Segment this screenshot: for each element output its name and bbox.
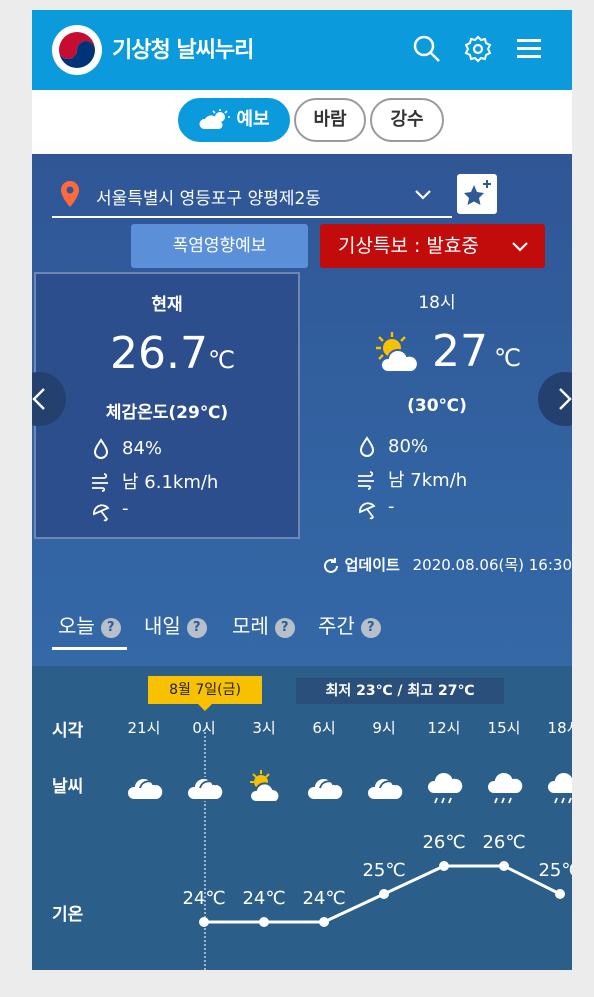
tab-wind[interactable]: 바람 (294, 98, 366, 142)
temperature-label: 26℃ (482, 832, 525, 853)
next-time-label: 18시 (418, 293, 456, 313)
cloud-sun-icon (199, 109, 231, 129)
temperature-point (199, 917, 209, 927)
chevron-down-icon (512, 242, 528, 252)
help-icon[interactable]: ? (274, 617, 295, 638)
temperature-point (379, 889, 389, 899)
star-add-icon (464, 180, 491, 205)
temperature-point (499, 861, 509, 871)
header: 기상청 날씨누리 (32, 10, 572, 90)
current-temp-value: 26.7 (110, 328, 208, 379)
app-title: 기상청 날씨누리 (112, 38, 254, 63)
chevron-right-icon (559, 388, 572, 410)
next-wind: 남 7km/h (388, 470, 468, 491)
tab-today[interactable]: 오늘? (52, 610, 127, 650)
location-pin-icon (61, 181, 79, 207)
update-datetime: 2020.08.06(목) 16:30 (412, 556, 572, 574)
temperature-label: 26℃ (422, 832, 465, 853)
current-feels-like: 체감온도(29℃) (105, 403, 229, 423)
tab-tomorrow[interactable]: 내일? (144, 610, 207, 639)
tab-weekly[interactable]: 주간? (318, 610, 381, 639)
help-icon[interactable]: ? (186, 617, 207, 638)
next-precip: - (388, 496, 395, 517)
kma-logo[interactable] (52, 25, 102, 75)
search-icon[interactable] (412, 34, 442, 64)
temperature-label: 24℃ (302, 888, 345, 909)
tab-day-after-label: 모레 (232, 614, 269, 638)
current-humidity: 84% (122, 438, 163, 459)
temperature-label: 24℃ (242, 888, 285, 909)
next-feels-like: (30℃) (407, 396, 467, 416)
current-precip: - (122, 498, 129, 519)
hourly-forecast-panel: 8월 7일(금) 최저 23℃ / 최고 27℃ 시각 날씨 기온 21시 0시 3… (32, 666, 572, 970)
temperature-label: 24℃ (182, 888, 225, 909)
umbrella-icon (359, 502, 376, 520)
temperature-point (319, 917, 329, 927)
umbrella-icon (93, 504, 110, 522)
update-label: 업데이트 (344, 556, 400, 574)
tab-precip[interactable]: 강수 (370, 98, 444, 142)
humidity-drop-icon (93, 438, 109, 459)
forecast-mode-tabs: 예보 바람 강수 (32, 90, 572, 154)
tab-day-after[interactable]: 모레? (232, 610, 295, 639)
current-weather-card: 현재 26.7℃ 체감온도(29℃) 84% 남 6.1km/h - (34, 272, 300, 539)
current-time-label: 현재 (151, 295, 183, 315)
menu-icon[interactable] (514, 34, 544, 64)
tab-today-label: 오늘 (58, 614, 95, 638)
help-icon[interactable]: ? (100, 617, 121, 638)
wind-icon (358, 471, 374, 490)
current-weather-panel: 서울특별시 영등포구 양평제2동 폭염영향예보 기상특보 : 발효중 현재 26… (32, 154, 572, 666)
tab-precip-label: 강수 (390, 109, 424, 130)
favorite-button[interactable] (457, 174, 497, 214)
humidity-drop-icon (359, 436, 375, 457)
weather-warning-label: 기상특보 : 발효중 (338, 235, 479, 257)
tab-weekly-label: 주간 (318, 614, 355, 638)
chevron-down-icon (415, 190, 431, 200)
tab-wind-label: 바람 (313, 109, 347, 130)
next-temp-value: 27 (432, 326, 488, 377)
chevron-left-icon (32, 388, 45, 410)
next-temperature: 27 ℃ (432, 326, 521, 377)
gear-icon[interactable] (463, 34, 493, 64)
temperature-point (555, 889, 565, 899)
temperature-point (439, 861, 449, 871)
next-weather-card: 18시 27 ℃ (30℃) 80% 남 7km/h - (302, 272, 572, 539)
tab-forecast-label: 예보 (236, 109, 270, 130)
tab-forecast[interactable]: 예보 (178, 98, 290, 142)
temperature-label: 25℃ (362, 860, 405, 881)
update-info[interactable]: 업데이트 2020.08.06(목) 16:30 (322, 554, 572, 575)
partly-cloudy-sun-icon (376, 332, 419, 373)
next-humidity: 80% (388, 436, 429, 457)
next-arrow-button[interactable] (538, 372, 572, 426)
temperature-graph: 24℃ 24℃ 24℃ 25℃ 26℃ 26℃ 25℃ (182, 832, 572, 927)
current-temp-unit: ℃ (207, 346, 235, 374)
help-icon[interactable]: ? (360, 617, 381, 638)
next-temp-unit: ℃ (494, 344, 521, 372)
weather-warning-button[interactable]: 기상특보 : 발효중 (320, 224, 545, 268)
location-name: 서울특별시 영등포구 양평제2동 (96, 189, 321, 209)
wind-icon (92, 473, 108, 492)
location-selector[interactable]: 서울특별시 영등포구 양평제2동 (52, 176, 452, 218)
tab-tomorrow-label: 내일 (144, 614, 181, 638)
app-container: 기상청 날씨누리 예보 바람 강수 서울특별시 영등포구 양평제2동 폭염영향예… (32, 10, 572, 970)
refresh-icon (323, 557, 338, 573)
temperature-label: 25℃ (538, 860, 572, 881)
current-temperature: 26.7℃ (110, 328, 235, 379)
heat-impact-forecast-button[interactable]: 폭염영향예보 (131, 224, 308, 268)
current-wind: 남 6.1km/h (122, 472, 219, 493)
prev-arrow-button[interactable] (32, 372, 66, 426)
temperature-point (259, 917, 269, 927)
